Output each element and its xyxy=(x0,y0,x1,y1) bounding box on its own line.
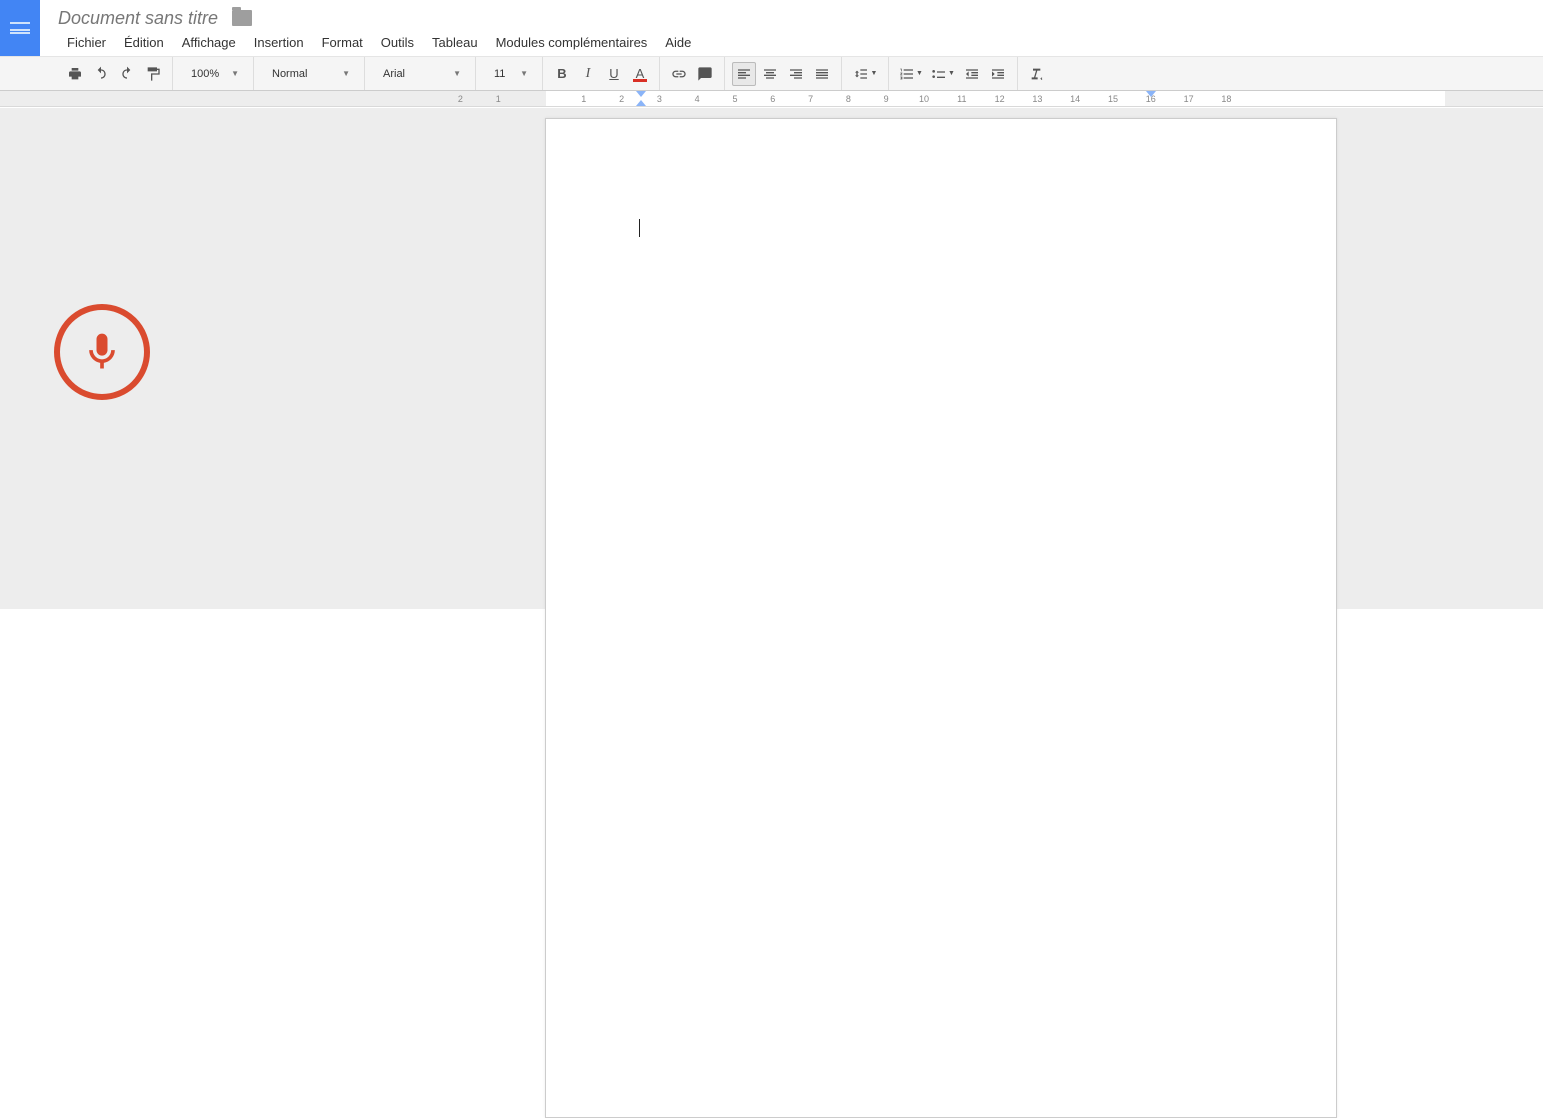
print-button[interactable] xyxy=(63,62,87,86)
folder-icon[interactable] xyxy=(232,10,252,26)
menu-insertion[interactable]: Insertion xyxy=(245,31,313,54)
insert-comment-button[interactable] xyxy=(693,62,717,86)
ruler-tick: 11 xyxy=(952,94,972,104)
line-spacing-button[interactable]: ▼ xyxy=(849,62,881,86)
italic-button[interactable]: I xyxy=(576,62,600,86)
indent-decrease-icon xyxy=(964,66,980,82)
chevron-down-icon: ▼ xyxy=(948,70,955,77)
right-indent-marker[interactable] xyxy=(1146,91,1156,97)
undo-button[interactable] xyxy=(89,62,113,86)
numbered-list-icon xyxy=(899,66,915,82)
paragraph-style-select[interactable]: Normal ▼ xyxy=(262,62,356,86)
font-family-value: Arial xyxy=(383,68,405,80)
font-size-value: 11 xyxy=(494,68,505,80)
align-center-icon xyxy=(762,66,778,82)
ruler-tick: 18 xyxy=(1216,94,1236,104)
font-family-select[interactable]: Arial ▼ xyxy=(373,62,467,86)
formatting-toolbar: 100% ▼ Normal ▼ Arial ▼ 11 ▼ B I U A xyxy=(0,56,1543,91)
chevron-down-icon: ▼ xyxy=(453,69,461,78)
clear-formatting-icon xyxy=(1029,66,1045,82)
first-line-indent-marker[interactable] xyxy=(636,91,646,97)
ruler-tick: 14 xyxy=(1065,94,1085,104)
left-indent-marker[interactable] xyxy=(636,100,646,106)
voice-typing-button[interactable] xyxy=(54,304,150,400)
zoom-select[interactable]: 100% ▼ xyxy=(181,62,245,86)
undo-icon xyxy=(93,66,109,82)
chevron-down-icon: ▼ xyxy=(231,69,239,78)
indent-increase-button[interactable] xyxy=(986,62,1010,86)
align-left-icon xyxy=(736,66,752,82)
bulleted-list-button[interactable]: ▼ xyxy=(928,62,958,86)
underline-button[interactable]: U xyxy=(602,62,626,86)
line-spacing-icon xyxy=(853,66,869,82)
menu-bar: Fichier Édition Affichage Insertion Form… xyxy=(0,28,1543,56)
menu-modules[interactable]: Modules complémentaires xyxy=(487,31,657,54)
redo-icon xyxy=(119,66,135,82)
ruler-tick: 13 xyxy=(1027,94,1047,104)
text-color-button[interactable]: A xyxy=(628,62,652,86)
font-size-select[interactable]: 11 ▼ xyxy=(484,62,534,86)
align-justify-button[interactable] xyxy=(810,62,834,86)
paint-format-icon xyxy=(145,66,161,82)
paragraph-style-value: Normal xyxy=(272,68,307,80)
zoom-value: 100% xyxy=(191,68,219,80)
menu-aide[interactable]: Aide xyxy=(656,31,700,54)
document-title[interactable]: Document sans titre xyxy=(58,8,218,29)
ruler-tick: 6 xyxy=(763,94,783,104)
docs-app-icon[interactable] xyxy=(0,0,40,56)
ruler-tick: 4 xyxy=(687,94,707,104)
align-right-icon xyxy=(788,66,804,82)
bulleted-list-icon xyxy=(931,66,947,82)
bold-button[interactable]: B xyxy=(550,62,574,86)
paint-format-button[interactable] xyxy=(141,62,165,86)
text-color-swatch xyxy=(633,79,647,82)
insert-link-button[interactable] xyxy=(667,62,691,86)
title-bar: Document sans titre xyxy=(0,0,1543,28)
document-page[interactable] xyxy=(545,118,1337,1118)
link-icon xyxy=(671,66,687,82)
ruler-tick: 7 xyxy=(801,94,821,104)
ruler-tick: 10 xyxy=(914,94,934,104)
chevron-down-icon: ▼ xyxy=(916,70,923,77)
menu-format[interactable]: Format xyxy=(313,31,372,54)
indent-decrease-button[interactable] xyxy=(960,62,984,86)
align-right-button[interactable] xyxy=(784,62,808,86)
chevron-down-icon: ▼ xyxy=(520,69,528,78)
ruler-tick: 15 xyxy=(1103,94,1123,104)
numbered-list-button[interactable]: ▼ xyxy=(896,62,926,86)
ruler-tick: 2 xyxy=(612,94,632,104)
document-canvas[interactable] xyxy=(0,108,1543,609)
ruler-tick: 8 xyxy=(838,94,858,104)
menu-tableau[interactable]: Tableau xyxy=(423,31,487,54)
menu-edition[interactable]: Édition xyxy=(115,31,173,54)
ruler-tick: 17 xyxy=(1179,94,1199,104)
menu-outils[interactable]: Outils xyxy=(372,31,423,54)
chevron-down-icon: ▼ xyxy=(342,69,350,78)
horizontal-ruler[interactable]: 21 123456789101112131415161718 xyxy=(0,91,1543,107)
menu-affichage[interactable]: Affichage xyxy=(173,31,245,54)
ruler-tick: 1 xyxy=(488,94,508,104)
ruler-tick: 5 xyxy=(725,94,745,104)
ruler-tick: 9 xyxy=(876,94,896,104)
docs-lines-icon xyxy=(10,22,30,34)
microphone-icon xyxy=(80,322,124,382)
comment-icon xyxy=(697,66,713,82)
align-center-button[interactable] xyxy=(758,62,782,86)
ruler-tick: 2 xyxy=(450,94,470,104)
ruler-tick: 1 xyxy=(574,94,594,104)
ruler-tick: 3 xyxy=(649,94,669,104)
ruler-tick: 12 xyxy=(990,94,1010,104)
clear-formatting-button[interactable] xyxy=(1025,62,1049,86)
menu-fichier[interactable]: Fichier xyxy=(58,31,115,54)
chevron-down-icon: ▼ xyxy=(871,70,878,77)
print-icon xyxy=(67,66,83,82)
redo-button[interactable] xyxy=(115,62,139,86)
align-left-button[interactable] xyxy=(732,62,756,86)
indent-increase-icon xyxy=(990,66,1006,82)
text-cursor xyxy=(639,219,640,237)
align-justify-icon xyxy=(814,66,830,82)
